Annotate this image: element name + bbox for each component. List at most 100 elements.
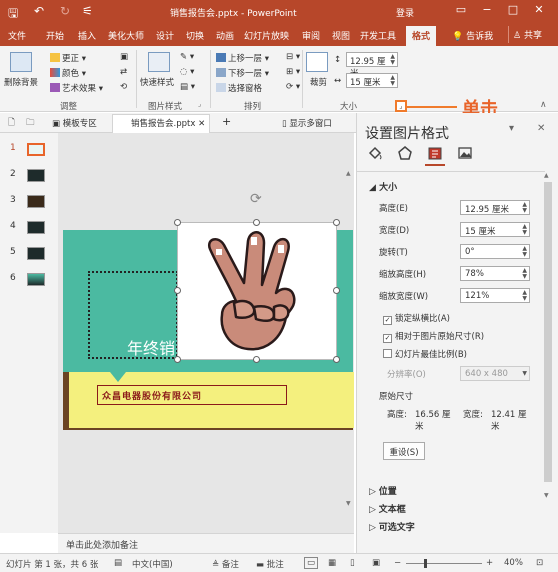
close-icon[interactable]: ✕ [530, 3, 548, 16]
spinner-arrows-icon[interactable]: ▲ ▼ [390, 54, 395, 66]
scale-width-field[interactable]: 121% ▲ ▼ [460, 288, 530, 303]
doc-tab-file[interactable]: 销售报告会.pptx ✕ [112, 114, 211, 134]
slide-thumbnail[interactable] [27, 169, 45, 182]
minimize-icon[interactable]: − [478, 3, 496, 16]
share-button[interactable]: ♙ 共享 [508, 26, 546, 43]
tab-animations[interactable]: 动画 [216, 29, 234, 42]
add-tab-icon[interactable]: + [222, 115, 231, 128]
corrections-button[interactable]: 更正 ▾ [50, 52, 86, 64]
slideshow-icon[interactable]: ▣ [372, 558, 380, 568]
slide-thumbnail[interactable] [27, 195, 45, 208]
zoom-level[interactable]: 40% [504, 558, 523, 568]
size-dialog-launcher-icon[interactable]: ⌟ [395, 100, 407, 112]
section-size-header[interactable]: ◢ 大小 [369, 180, 397, 193]
picture-layout-icon[interactable]: ▤ ▾ [180, 82, 195, 92]
resize-handle[interactable] [333, 356, 340, 363]
compress-icon[interactable]: ▣ [120, 52, 128, 62]
spinner-arrows-icon[interactable]: ▲ ▼ [522, 246, 527, 258]
spinner-arrows-icon[interactable]: ▲ ▼ [522, 202, 527, 214]
ribbon-display-icon[interactable]: ▭ [452, 3, 470, 16]
slide-thumbnail[interactable] [27, 273, 45, 286]
remove-background-icon[interactable] [10, 52, 32, 72]
width-field[interactable]: 15 厘米 ▲ ▼ [460, 222, 530, 237]
redo-icon[interactable]: ↻ [60, 4, 70, 18]
section-textbox-header[interactable]: ▷ 文本框 [369, 502, 406, 515]
notes-pane[interactable]: 单击此处添加备注 [58, 533, 354, 553]
resize-handle[interactable] [174, 219, 181, 226]
resize-handle[interactable] [253, 219, 260, 226]
notes-toggle[interactable]: ≜ 备注 [212, 558, 239, 570]
relative-original-checkbox[interactable]: ✓ 相对于图片原始尺寸(R) [383, 330, 484, 343]
tab-developer[interactable]: 开发工具 [360, 29, 396, 42]
reset-button[interactable]: 重设(S) [383, 442, 425, 460]
scroll-up-icon[interactable]: ▲ [544, 172, 549, 179]
multi-window-button[interactable]: ▯ 显示多窗口 [282, 117, 332, 129]
lock-aspect-checkbox[interactable]: ✓ 锁定纵横比(A) [383, 312, 450, 325]
fit-to-window-icon[interactable]: ⊡ [536, 558, 543, 568]
resize-handle[interactable] [174, 356, 181, 363]
maximize-icon[interactable]: □ [504, 3, 522, 16]
section-alttext-header[interactable]: ▷ 可选文字 [369, 520, 415, 533]
slide-thumbnail[interactable] [27, 247, 45, 260]
picture-border-icon[interactable]: ✎ ▾ [180, 52, 194, 62]
scroll-thumb[interactable] [544, 182, 552, 482]
picture-effects-icon[interactable]: ◌ ▾ [180, 67, 194, 77]
fill-line-icon[interactable] [367, 145, 383, 161]
bring-forward-button[interactable]: 上移一层 ▾ [216, 52, 269, 64]
pane-scrollbar[interactable]: ▲ ▼ [543, 172, 553, 502]
effects-icon[interactable] [397, 145, 413, 161]
tab-design[interactable]: 设计 [156, 29, 174, 42]
picture-styles-launcher-icon[interactable]: ⌟ [198, 100, 201, 108]
quick-styles-icon[interactable] [148, 52, 170, 72]
zoom-out-icon[interactable]: − [394, 558, 401, 568]
customize-qat-icon[interactable]: ⚟ [82, 4, 93, 18]
undo-icon[interactable]: ↶ [34, 4, 44, 18]
canvas-scrollbar[interactable]: ▲ ▼ [345, 170, 355, 510]
open-folder-icon[interactable]: 🗀 [26, 117, 35, 131]
tab-beautify[interactable]: 美化大师 [108, 29, 144, 42]
slide-thumbnail[interactable] [27, 143, 45, 156]
best-scale-checkbox[interactable]: 幻灯片最佳比例(B) [383, 348, 467, 360]
zoom-slider[interactable] [406, 563, 482, 564]
tab-file[interactable]: 文件 [8, 29, 26, 42]
spinner-arrows-icon[interactable]: ▲ ▼ [522, 268, 527, 280]
close-tab-icon[interactable]: ✕ [198, 119, 205, 129]
height-spinner[interactable]: 12.95 厘米▲▼ [346, 52, 398, 79]
resize-handle[interactable] [174, 287, 181, 294]
pane-options-icon[interactable]: ▾ [509, 123, 514, 134]
crop-button[interactable]: 裁剪 [310, 76, 327, 88]
size-properties-icon[interactable] [427, 145, 443, 161]
rotate-icon[interactable]: ⟳ ▾ [286, 82, 300, 92]
reset-picture-icon[interactable]: ⟲ [120, 82, 127, 92]
slide-title-text[interactable]: 年终销 [127, 335, 175, 359]
collapse-ribbon-icon[interactable]: ∧ [540, 100, 547, 110]
send-backward-button[interactable]: 下移一层 ▾ [216, 67, 269, 79]
normal-view-icon[interactable]: ▭ [304, 557, 319, 569]
scale-height-field[interactable]: 78% ▲ ▼ [460, 266, 530, 281]
spinner-arrows-icon[interactable]: ▲ ▼ [390, 75, 395, 87]
tell-me-search[interactable]: 💡 告诉我 [452, 29, 493, 42]
resize-handle[interactable] [333, 287, 340, 294]
tab-format[interactable]: 格式 [406, 26, 437, 48]
spinner-arrows-icon[interactable]: ▲ ▼ [522, 224, 527, 236]
resize-handle[interactable] [253, 356, 260, 363]
pane-close-icon[interactable]: ✕ [537, 123, 545, 134]
language-indicator[interactable]: 中文(中国) [132, 558, 173, 570]
picture-icon[interactable] [457, 145, 473, 161]
resize-handle[interactable] [333, 219, 340, 226]
rotate-handle-icon[interactable]: ⟳ [250, 191, 262, 207]
remove-background-button[interactable]: 删除背景 [4, 76, 38, 88]
slide-thumbnail[interactable] [27, 221, 45, 234]
artistic-effects-button[interactable]: 艺术效果 ▾ [50, 82, 103, 94]
change-picture-icon[interactable]: ⇄ [120, 67, 127, 77]
tab-insert[interactable]: 插入 [78, 29, 96, 42]
height-field[interactable]: 12.95 厘米 ▲ ▼ [460, 200, 530, 215]
spinner-arrows-icon[interactable]: ▲ ▼ [522, 290, 527, 302]
scroll-down-icon[interactable]: ▼ [544, 492, 549, 499]
scroll-up-icon[interactable]: ▲ [346, 170, 351, 177]
save-icon[interactable]: 🖫 [8, 4, 18, 25]
width-spinner[interactable]: 15 厘米 ▲ ▼ [346, 73, 398, 88]
scroll-down-icon[interactable]: ▼ [346, 500, 351, 507]
doc-tab-template[interactable]: ▣ 模板专区 [52, 117, 97, 129]
company-name-box[interactable]: 众昌电器股份有限公司 [97, 385, 287, 405]
